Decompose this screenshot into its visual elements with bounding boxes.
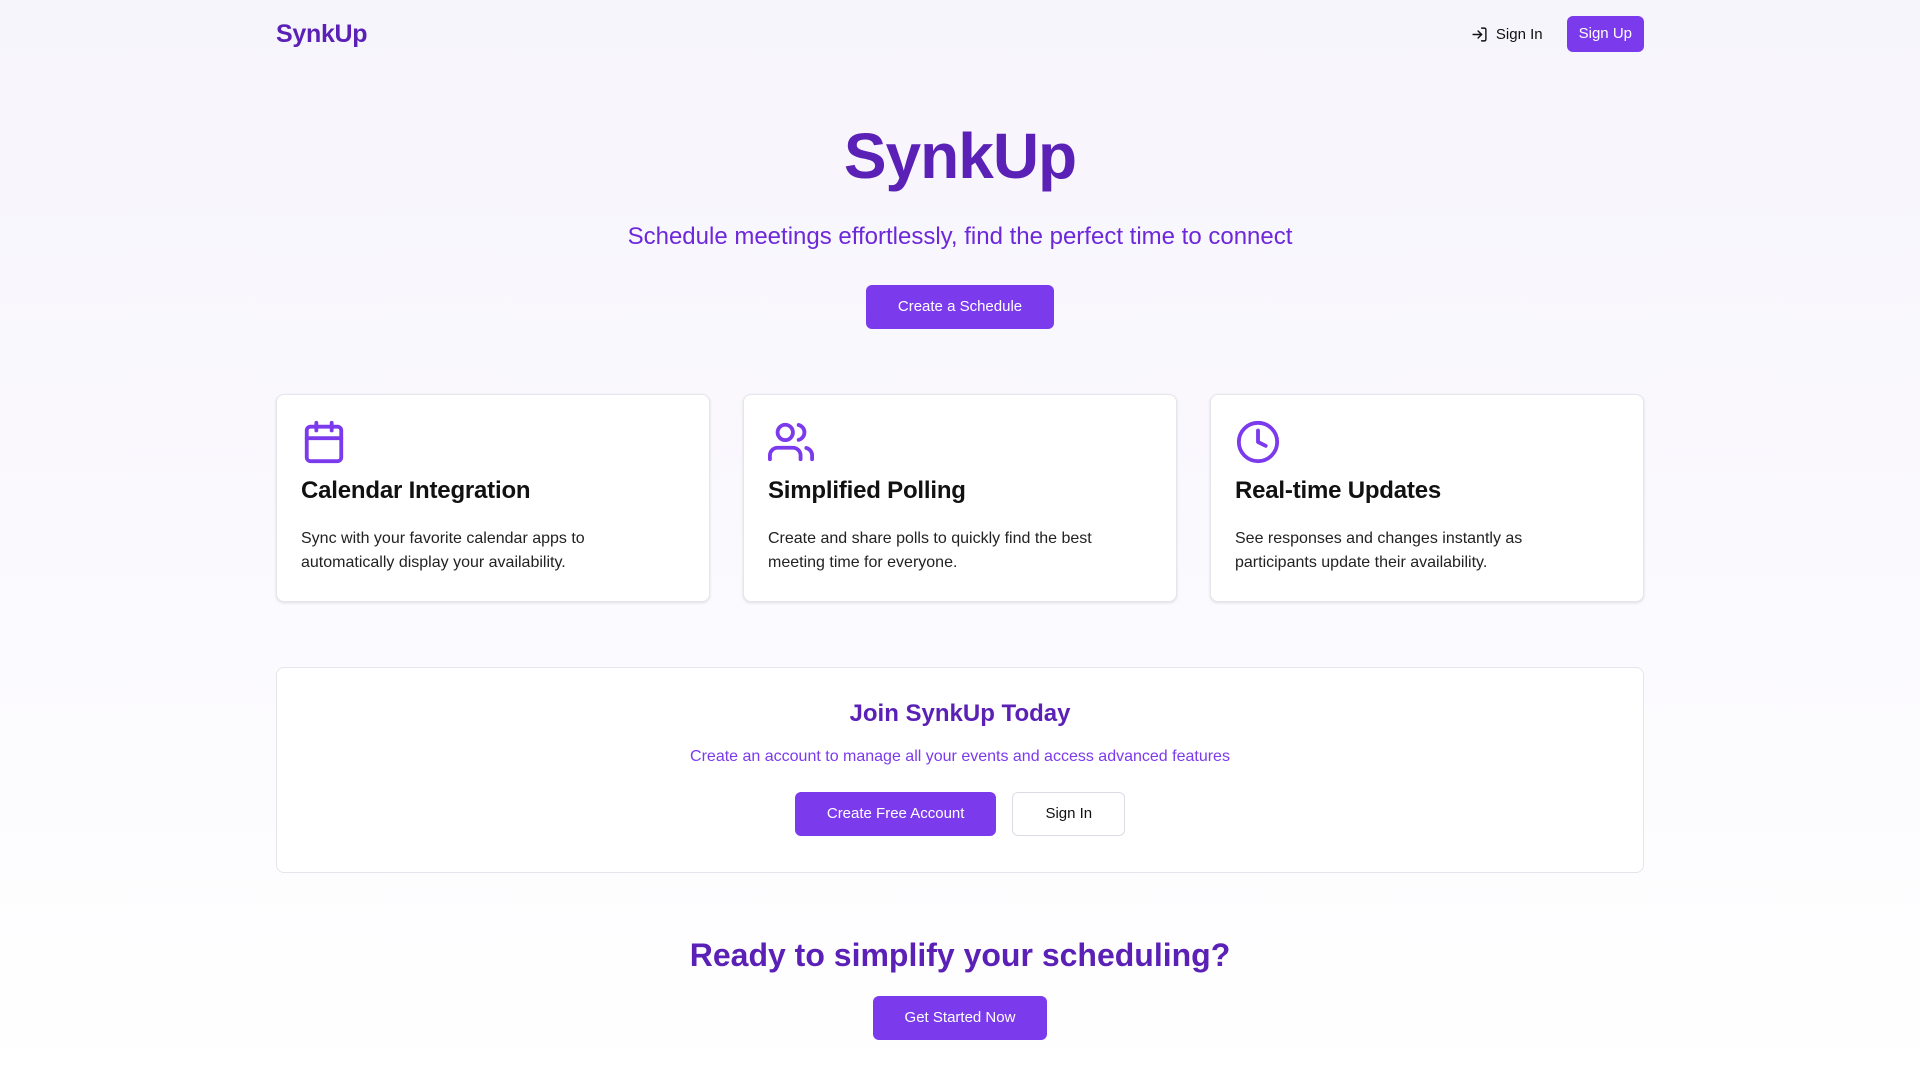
feature-description: Create and share polls to quickly find t… (768, 530, 1092, 571)
hero-subtitle: Schedule meetings effortlessly, find the… (627, 223, 1293, 250)
page: SynkUp Sign In Sign Up SynkUp Schedule m… (276, 0, 1644, 1040)
features-section: Calendar Integration Sync with your favo… (276, 394, 1644, 602)
join-sign-in-button[interactable]: Sign In (1012, 792, 1126, 836)
get-started-button[interactable]: Get Started Now (872, 996, 1048, 1040)
join-subtitle: Create an account to manage all your eve… (690, 748, 1230, 765)
nav-sign-in-button[interactable]: Sign In (1467, 18, 1547, 51)
feature-card-updates: Real-time Updates See responses and chan… (1210, 394, 1644, 602)
nav-sign-up-button[interactable]: Sign Up (1566, 16, 1644, 52)
brand-logo[interactable]: SynkUp (276, 20, 368, 49)
feature-card-polling: Simplified Polling Create and share poll… (743, 394, 1177, 602)
feature-card-calendar: Calendar Integration Sync with your favo… (276, 394, 710, 602)
clock-icon (1236, 420, 1280, 464)
feature-title: Calendar Integration (301, 477, 531, 504)
cta-section: Ready to simplify your scheduling? Get S… (276, 937, 1644, 1040)
users-icon (768, 422, 814, 462)
create-free-account-button[interactable]: Create Free Account (794, 792, 997, 836)
cta-title: Ready to simplify your scheduling? (689, 937, 1231, 973)
hero-title: SynkUp (843, 120, 1077, 192)
feature-description: See responses and changes instantly as p… (1235, 530, 1523, 571)
create-schedule-button[interactable]: Create a Schedule (865, 285, 1055, 329)
join-card: Join SynkUp Today Create an account to m… (276, 667, 1644, 873)
join-title: Join SynkUp Today (849, 700, 1071, 727)
feature-title: Simplified Polling (768, 477, 966, 504)
log-in-icon (1472, 26, 1487, 42)
feature-description: Sync with your favorite calendar apps to… (301, 530, 585, 571)
nav-sign-in-label: Sign In (1495, 25, 1543, 43)
join-buttons: Create Free Account Sign In (277, 792, 1643, 836)
feature-title: Real-time Updates (1235, 477, 1441, 504)
top-nav: SynkUp Sign In Sign Up (276, 0, 1644, 68)
header-actions: Sign In Sign Up (1467, 16, 1644, 52)
calendar-icon (304, 420, 344, 464)
hero-section: SynkUp Schedule meetings effortlessly, f… (276, 68, 1644, 329)
